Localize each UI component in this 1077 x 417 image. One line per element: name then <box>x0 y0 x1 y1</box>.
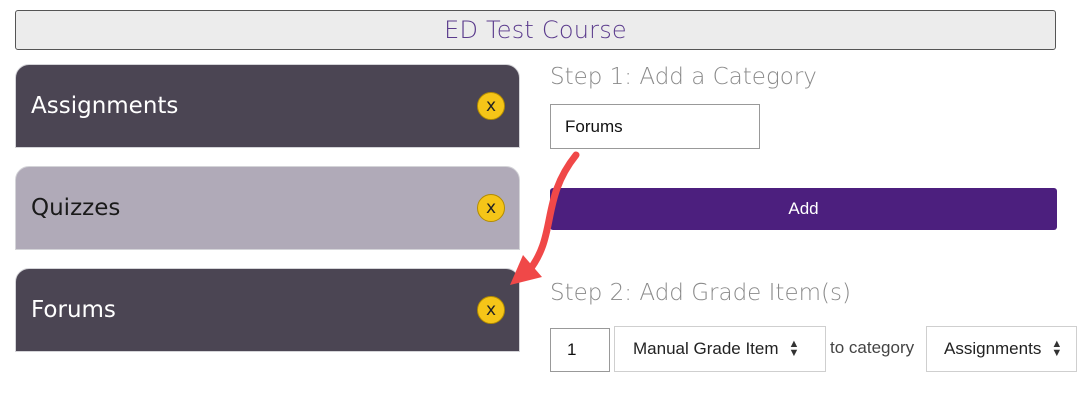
course-title-bar: ED Test Course <box>15 10 1056 50</box>
course-title: ED Test Course <box>444 16 627 44</box>
category-label: Quizzes <box>31 195 121 221</box>
add-category-button[interactable]: Add <box>550 188 1057 230</box>
category-select-value: Assignments <box>944 339 1042 358</box>
category-tab-forums[interactable]: Forums x <box>15 268 520 352</box>
category-tab-assignments[interactable]: Assignments x <box>15 64 520 148</box>
item-type-value: Manual Grade Item <box>633 339 779 358</box>
category-label: Assignments <box>31 93 179 119</box>
remove-category-button[interactable]: x <box>477 92 505 120</box>
select-arrows-icon: ▲ ▼ <box>788 338 800 359</box>
step2-title: Step 2: Add Grade Item(s) <box>550 280 851 306</box>
category-tab-quizzes[interactable]: Quizzes x <box>15 166 520 250</box>
item-type-select[interactable]: Manual Grade Item ▲ ▼ <box>614 326 826 372</box>
category-label: Forums <box>31 297 116 323</box>
category-name-input[interactable] <box>550 104 760 149</box>
remove-category-button[interactable]: x <box>477 194 505 222</box>
quantity-input[interactable] <box>550 328 610 372</box>
category-select[interactable]: Assignments ▲ ▼ <box>926 326 1077 372</box>
remove-category-button[interactable]: x <box>477 296 505 324</box>
select-arrows-icon: ▲ ▼ <box>1051 338 1063 359</box>
to-category-label: to category <box>830 338 915 357</box>
step1-title: Step 1: Add a Category <box>550 64 817 90</box>
